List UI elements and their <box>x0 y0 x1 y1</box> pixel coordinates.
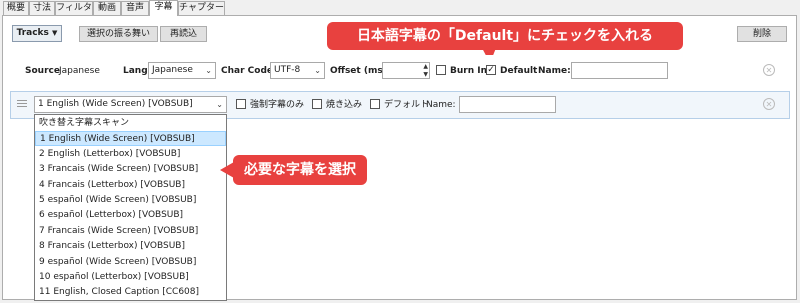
tab-bar: 概要 寸法 フィルタ 動画 音声 字幕 チャプター <box>0 0 800 16</box>
dropdown-option-scan[interactable]: 吹き替え字幕スキャン <box>35 116 226 131</box>
tab-audio[interactable]: 音声 <box>121 1 149 15</box>
chevron-down-icon: ⌄ <box>314 66 321 75</box>
tab-video[interactable]: 動画 <box>93 1 121 15</box>
charcode-select[interactable]: UTF-8 ⌄ <box>270 62 325 79</box>
dropdown-option[interactable]: 1 English (Wide Screen) [VOBSUB] <box>35 131 226 147</box>
source-value: Japanese <box>59 66 100 76</box>
offset-spinner[interactable]: ▲ ▼ <box>382 62 430 79</box>
name-input-2[interactable] <box>459 96 556 113</box>
tracks-button-label: Tracks <box>16 28 49 38</box>
lang-select[interactable]: Japanese ⌄ <box>148 62 216 79</box>
dropdown-option[interactable]: 4 Francais (Letterbox) [VOBSUB] <box>35 178 226 193</box>
subtitle-source-value: 1 English (Wide Screen) [VOBSUB] <box>38 99 193 109</box>
name-label-2: Name: <box>426 100 456 110</box>
burnin-checkbox[interactable] <box>436 65 446 75</box>
drag-handle-icon[interactable] <box>17 100 27 101</box>
tab-filters[interactable]: フィルタ <box>55 1 93 15</box>
offset-label: Offset (ms) <box>330 66 387 76</box>
forced-only-label: 強制字幕のみ <box>250 100 305 110</box>
remove-track-icon[interactable]: ✕ <box>763 64 775 76</box>
spin-down-icon[interactable]: ▼ <box>423 71 428 79</box>
dropdown-option[interactable]: 6 español (Letterbox) [VOBSUB] <box>35 208 226 223</box>
default-checkbox-2[interactable] <box>370 99 380 109</box>
dropdown-arrow-icon: ▼ <box>52 29 58 37</box>
dropdown-option[interactable]: 8 Francais (Letterbox) [VOBSUB] <box>35 239 226 254</box>
remove-track-icon[interactable]: ✕ <box>763 98 775 110</box>
dropdown-option[interactable]: 5 español (Wide Screen) [VOBSUB] <box>35 193 226 208</box>
tab-subtitles[interactable]: 字幕 <box>149 0 178 16</box>
dropdown-option[interactable]: 7 Francais (Wide Screen) [VOBSUB] <box>35 224 226 239</box>
callout-pointer <box>220 162 234 178</box>
dropdown-option[interactable]: 2 English (Letterbox) [VOBSUB] <box>35 147 226 162</box>
default-label-2: デフォルト <box>384 100 430 110</box>
burnin-checkbox-2[interactable] <box>312 99 322 109</box>
default-callout: 日本語字幕の「Default」にチェックを入れる <box>327 22 683 50</box>
name-label: Name: <box>538 66 571 76</box>
chevron-down-icon: ⌄ <box>216 100 223 109</box>
tracks-button[interactable]: Tracks ▼ <box>12 25 62 42</box>
burnin-label-2: 焼き込み <box>326 100 363 110</box>
tab-chapters[interactable]: チャプター <box>178 1 225 15</box>
default-label: Default <box>500 66 538 76</box>
select-behavior-button[interactable]: 選択の振る舞い <box>79 26 158 42</box>
chevron-down-icon: ⌄ <box>205 66 212 75</box>
dropdown-option[interactable]: 10 español (Letterbox) [VOBSUB] <box>35 270 226 285</box>
spin-up-icon[interactable]: ▲ <box>423 63 428 71</box>
name-input[interactable] <box>571 62 668 79</box>
forced-only-checkbox[interactable] <box>236 99 246 109</box>
subtitle-source-select[interactable]: 1 English (Wide Screen) [VOBSUB] ⌄ <box>34 96 227 113</box>
dropdown-option[interactable]: 9 español (Wide Screen) [VOBSUB] <box>35 255 226 270</box>
charcode-label: Char Code <box>221 66 273 76</box>
subtitle-dropdown-list: 吹き替え字幕スキャン 1 English (Wide Screen) [VOBSU… <box>34 114 227 301</box>
lang-label: Lang <box>123 66 148 76</box>
tab-dimensions[interactable]: 寸法 <box>29 1 55 15</box>
delete-button[interactable]: 削除 <box>737 26 787 42</box>
reload-button[interactable]: 再読込 <box>160 26 207 42</box>
source-label: Source <box>25 66 60 76</box>
dropdown-option[interactable]: 3 Francais (Wide Screen) [VOBSUB] <box>35 162 226 177</box>
lang-select-value: Japanese <box>152 65 193 75</box>
dropdown-option[interactable]: 11 English, Closed Caption [CC608] <box>35 285 226 300</box>
select-callout: 必要な字幕を選択 <box>233 155 367 185</box>
burnin-label: Burn In <box>450 66 488 76</box>
checkmark-icon: ✓ <box>487 65 495 75</box>
default-checkbox[interactable]: ✓ <box>486 65 496 75</box>
charcode-select-value: UTF-8 <box>274 65 301 75</box>
tab-overview[interactable]: 概要 <box>3 1 29 15</box>
